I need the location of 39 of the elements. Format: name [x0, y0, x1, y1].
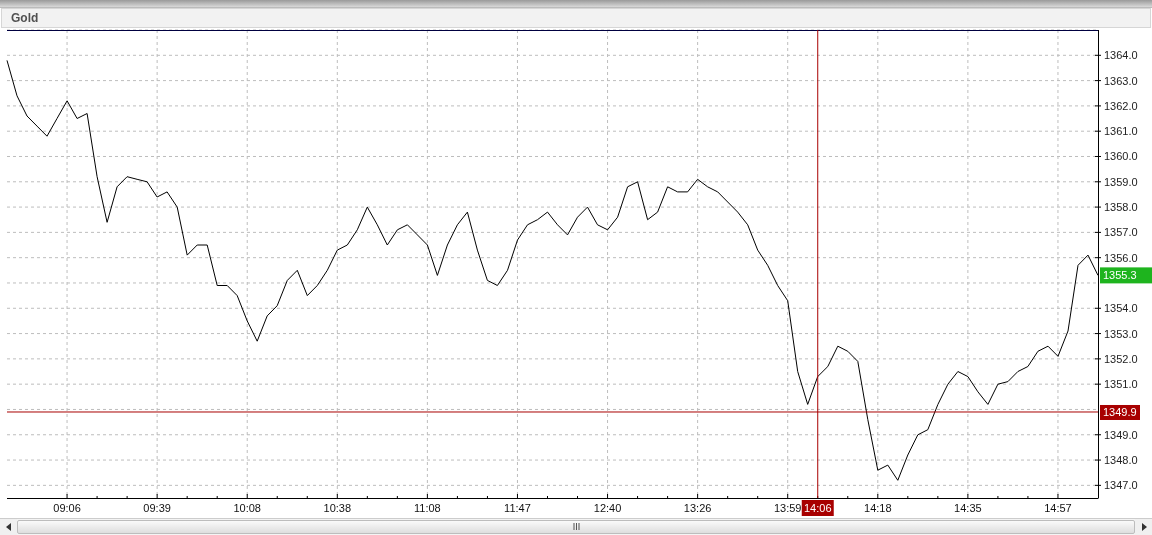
x-axis-label: 11:08	[414, 501, 441, 514]
x-axis-label: 12:40	[593, 501, 622, 514]
y-axis-label: 1364.0	[1104, 49, 1138, 62]
crosshair-time-label: 14:06	[801, 499, 834, 516]
y-axis-label: 1359.0	[1104, 175, 1138, 188]
left-arrow-icon	[5, 522, 12, 531]
y-axis-label: 1362.0	[1104, 99, 1138, 112]
last-price-label: 1355.3	[1100, 267, 1152, 284]
y-axis-label: 1349.0	[1104, 428, 1138, 441]
x-axis-label: 09:39	[143, 501, 171, 514]
x-axis-label: 14:35	[954, 501, 982, 514]
x-axis-label: 13:26	[683, 501, 712, 514]
y-axis-label: 1347.0	[1104, 479, 1138, 492]
right-arrow-icon	[1140, 522, 1147, 531]
x-axis-label: 14:18	[864, 501, 892, 514]
horizontal-scrollbar[interactable]	[0, 517, 1152, 535]
y-axis-label: 1356.0	[1104, 251, 1138, 264]
crosshair-price-label: 1349.9	[1100, 404, 1140, 420]
y-axis-label: 1353.0	[1104, 327, 1138, 340]
y-axis-label: 1358.0	[1104, 200, 1138, 213]
x-axis-label: 10:38	[323, 501, 352, 514]
y-axis-label: 1351.0	[1104, 377, 1138, 390]
scrollbar-thumb[interactable]	[17, 519, 1135, 534]
grip-icon	[572, 523, 580, 531]
x-axis-label: 10:08	[233, 501, 261, 514]
y-axis-label: 1352.0	[1104, 352, 1138, 365]
x-axis-label: 11:47	[504, 501, 531, 514]
y-axis-label: 1348.0	[1104, 453, 1138, 466]
x-axis-label: 09:06	[53, 501, 81, 514]
x-axis-label: 13:59	[773, 501, 802, 514]
y-axis-label: 1361.0	[1104, 124, 1138, 137]
x-axis-label: 14:57	[1044, 501, 1072, 514]
panel-title: Gold	[11, 10, 39, 25]
y-axis-label: 1357.0	[1104, 226, 1138, 239]
scroll-right-button[interactable]	[1135, 518, 1152, 535]
y-axis-label: 1363.0	[1104, 74, 1138, 87]
y-axis-label: 1354.0	[1104, 302, 1138, 315]
scroll-left-button[interactable]	[0, 518, 17, 535]
y-axis-label: 1360.0	[1104, 150, 1138, 163]
